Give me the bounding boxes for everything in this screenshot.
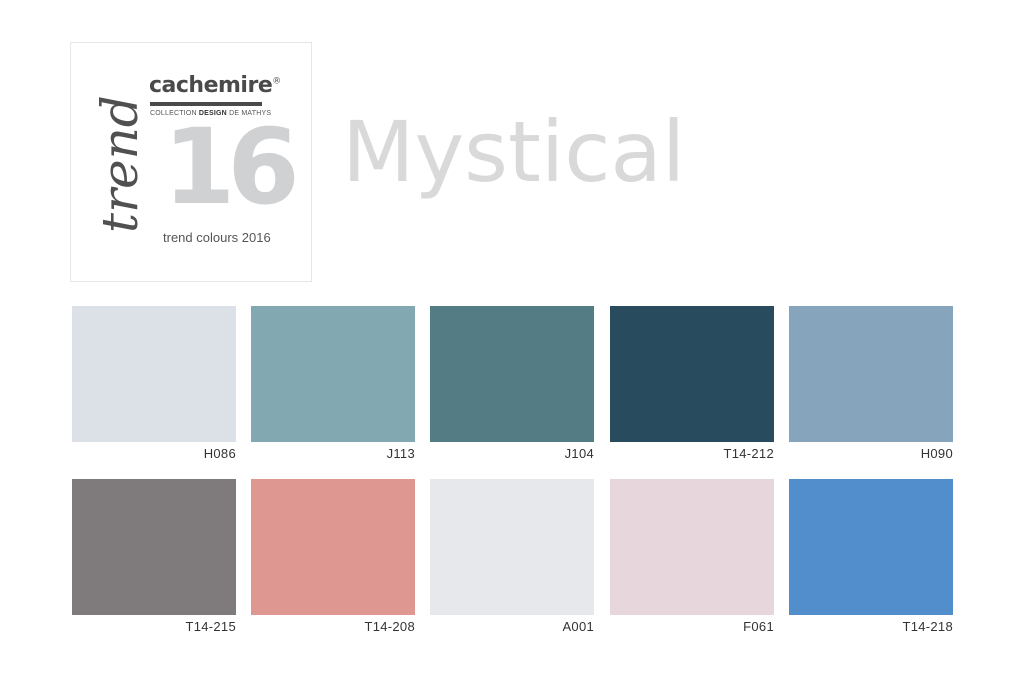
trend-script-word: trend xyxy=(91,95,149,233)
swatch-code: A001 xyxy=(562,619,594,634)
swatch-code: T14-208 xyxy=(364,619,415,634)
swatch-code: T14-218 xyxy=(902,619,953,634)
color-swatch[interactable] xyxy=(789,306,953,442)
color-swatch[interactable] xyxy=(72,479,236,615)
swatch-code: T14-212 xyxy=(723,446,774,461)
palette-title: Mystical xyxy=(342,103,686,201)
color-swatch[interactable] xyxy=(430,306,594,442)
color-swatch[interactable] xyxy=(251,479,415,615)
swatch-code: T14-215 xyxy=(185,619,236,634)
color-swatch[interactable] xyxy=(430,479,594,615)
brand-logotype: cachemire® xyxy=(149,73,281,98)
color-swatch[interactable] xyxy=(251,306,415,442)
color-swatch[interactable] xyxy=(610,479,774,615)
swatch-code: J113 xyxy=(386,446,415,461)
swatch-code: H086 xyxy=(203,446,236,461)
color-swatch[interactable] xyxy=(72,306,236,442)
color-swatch[interactable] xyxy=(789,479,953,615)
color-swatch[interactable] xyxy=(610,306,774,442)
year-number: 16 xyxy=(163,106,300,228)
brand-logo-card: cachemire® COLLECTION DESIGN DE MATHYS 1… xyxy=(70,42,312,282)
trend-tagline: trend colours 2016 xyxy=(163,230,271,245)
trademark-symbol: ® xyxy=(272,76,281,87)
brand-name: cachemire xyxy=(149,73,273,98)
swatch-code: J104 xyxy=(564,446,594,461)
swatch-code: H090 xyxy=(920,446,953,461)
swatch-code: F061 xyxy=(743,619,774,634)
